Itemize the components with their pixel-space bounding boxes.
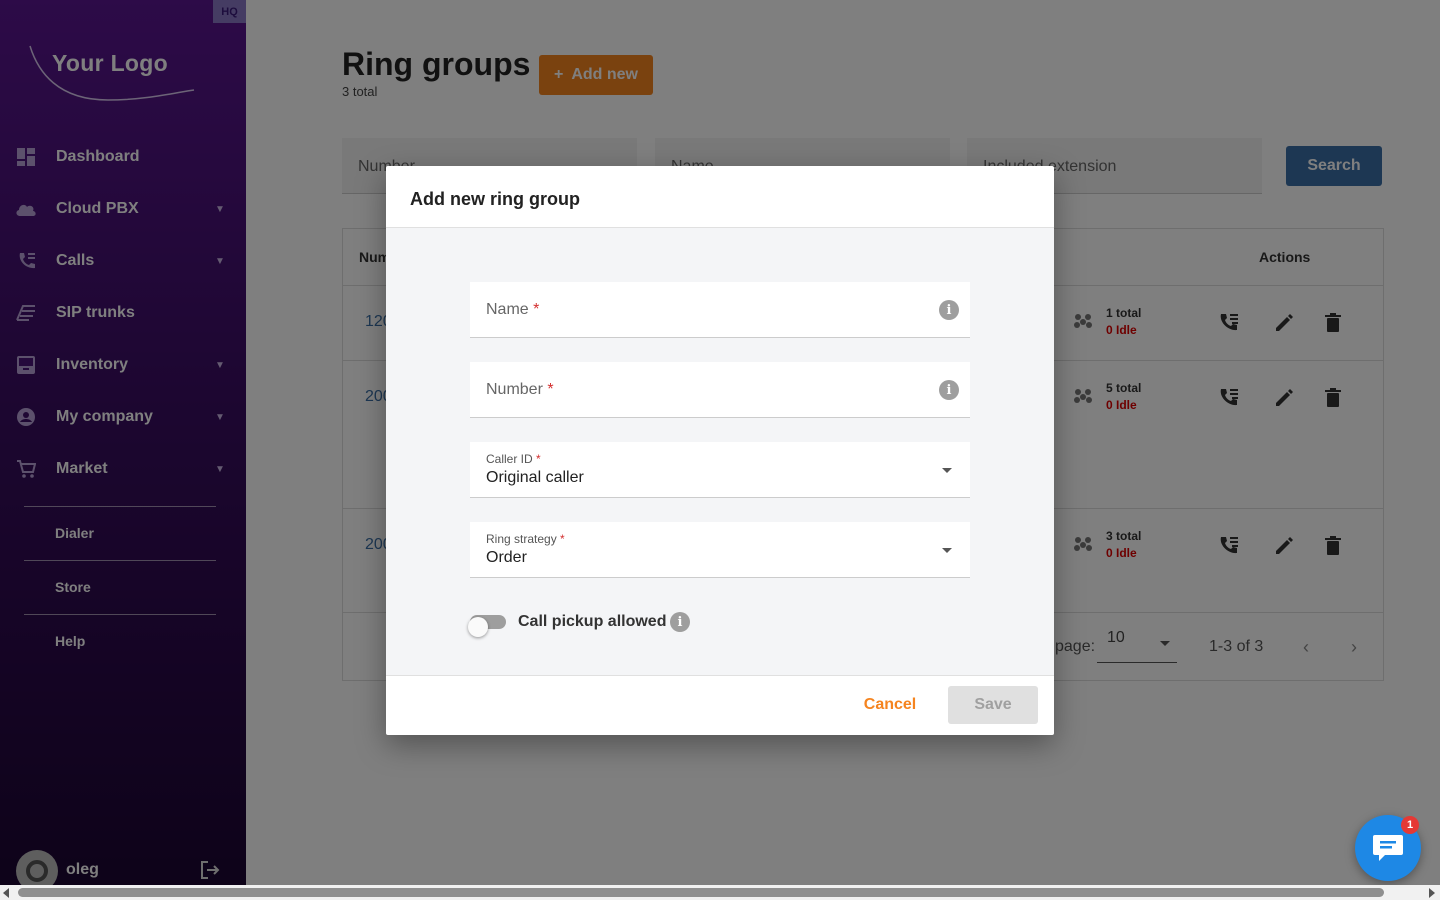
- ring-strategy-label: Ring strategy *: [486, 532, 565, 546]
- cancel-button[interactable]: Cancel: [852, 686, 928, 724]
- chat-icon: [1373, 835, 1403, 861]
- dialog-title: Add new ring group: [410, 189, 580, 209]
- scroll-right-icon[interactable]: [1429, 888, 1435, 898]
- caret-down-icon: [942, 548, 952, 553]
- number-field[interactable]: Number * i: [470, 362, 970, 418]
- ring-strategy-value: Order: [486, 549, 527, 566]
- caller-id-label: Caller ID *: [486, 452, 541, 466]
- info-icon[interactable]: i: [670, 612, 690, 632]
- save-button[interactable]: Save: [948, 686, 1038, 724]
- info-icon[interactable]: i: [939, 380, 959, 400]
- name-field[interactable]: Name * i: [470, 282, 970, 338]
- horizontal-scrollbar[interactable]: [0, 885, 1440, 900]
- caret-down-icon: [942, 468, 952, 473]
- call-pickup-toggle[interactable]: [468, 615, 506, 637]
- info-icon[interactable]: i: [939, 300, 959, 320]
- caller-id-select[interactable]: Caller ID * Original caller: [470, 442, 970, 498]
- toggle-thumb: [468, 617, 488, 637]
- ring-strategy-select[interactable]: Ring strategy * Order: [470, 522, 970, 578]
- caller-id-value: Original caller: [486, 469, 584, 486]
- call-pickup-toggle-row: Call pickup allowed i: [468, 610, 770, 637]
- call-pickup-label: Call pickup allowed: [518, 613, 667, 630]
- number-field-label: Number *: [486, 381, 554, 398]
- add-ring-group-dialog: Add new ring group Name * i Number * i C…: [386, 166, 1054, 735]
- chat-unread-badge: 1: [1401, 816, 1419, 834]
- name-field-label: Name *: [486, 301, 540, 318]
- dialog-body: Name * i Number * i Caller ID * Original…: [386, 227, 1054, 676]
- scroll-left-icon[interactable]: [3, 888, 9, 898]
- scrollbar-thumb[interactable]: [18, 888, 1384, 897]
